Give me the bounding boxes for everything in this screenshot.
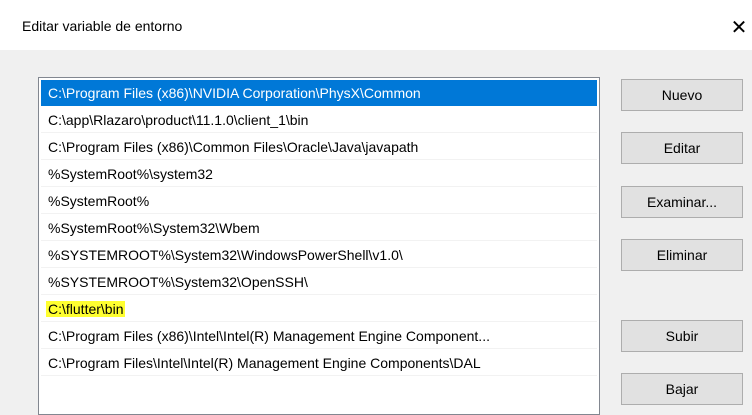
title-bar: Editar variable de entorno ✕ — [0, 0, 752, 50]
list-item[interactable]: C:\Program Files (x86)\Intel\Intel(R) Ma… — [41, 323, 597, 349]
close-icon[interactable]: ✕ — [726, 12, 752, 42]
list-item[interactable]: %SystemRoot%\system32 — [41, 161, 597, 187]
list-item-text: %SystemRoot% — [48, 193, 150, 209]
move-down-button[interactable]: Bajar — [621, 373, 743, 405]
list-item-text: %SYSTEMROOT%\System32\OpenSSH\ — [48, 274, 308, 290]
list-item-text: %SystemRoot%\System32\Wbem — [48, 220, 260, 236]
edit-button[interactable]: Editar — [621, 132, 743, 164]
list-item-text: C:\Program Files (x86)\Common Files\Orac… — [48, 139, 419, 155]
list-item-text: C:\app\Rlazaro\product\11.1.0\client_1\b… — [48, 112, 309, 128]
list-item[interactable]: %SYSTEMROOT%\System32\WindowsPowerShell\… — [41, 242, 597, 268]
browse-button[interactable]: Examinar... — [621, 186, 743, 218]
list-item-text: %SystemRoot%\system32 — [48, 166, 213, 182]
list-item[interactable]: C:\flutter\bin — [41, 296, 597, 322]
dialog-title: Editar variable de entorno — [22, 18, 183, 34]
list-item[interactable]: %SYSTEMROOT%\System32\OpenSSH\ — [41, 269, 597, 295]
delete-button[interactable]: Eliminar — [621, 239, 743, 271]
new-button[interactable]: Nuevo — [621, 79, 743, 111]
list-item[interactable]: %SystemRoot% — [41, 188, 597, 214]
list-item-text: C:\Program Files (x86)\NVIDIA Corporatio… — [48, 85, 421, 101]
path-list[interactable]: C:\Program Files (x86)\NVIDIA Corporatio… — [38, 77, 600, 415]
list-item[interactable]: C:\Program Files (x86)\NVIDIA Corporatio… — [41, 80, 597, 106]
list-item-text: C:\Program Files\Intel\Intel(R) Manageme… — [48, 355, 481, 371]
list-item[interactable]: C:\Program Files (x86)\Common Files\Orac… — [41, 134, 597, 160]
list-item[interactable]: C:\Program Files\Intel\Intel(R) Manageme… — [41, 350, 597, 376]
list-item-text: %SYSTEMROOT%\System32\WindowsPowerShell\… — [48, 247, 403, 263]
list-item-text: C:\flutter\bin — [46, 301, 126, 317]
list-item[interactable]: C:\app\Rlazaro\product\11.1.0\client_1\b… — [41, 107, 597, 133]
move-up-button[interactable]: Subir — [621, 320, 743, 352]
list-item-text: C:\Program Files (x86)\Intel\Intel(R) Ma… — [48, 328, 490, 344]
list-item[interactable]: %SystemRoot%\System32\Wbem — [41, 215, 597, 241]
